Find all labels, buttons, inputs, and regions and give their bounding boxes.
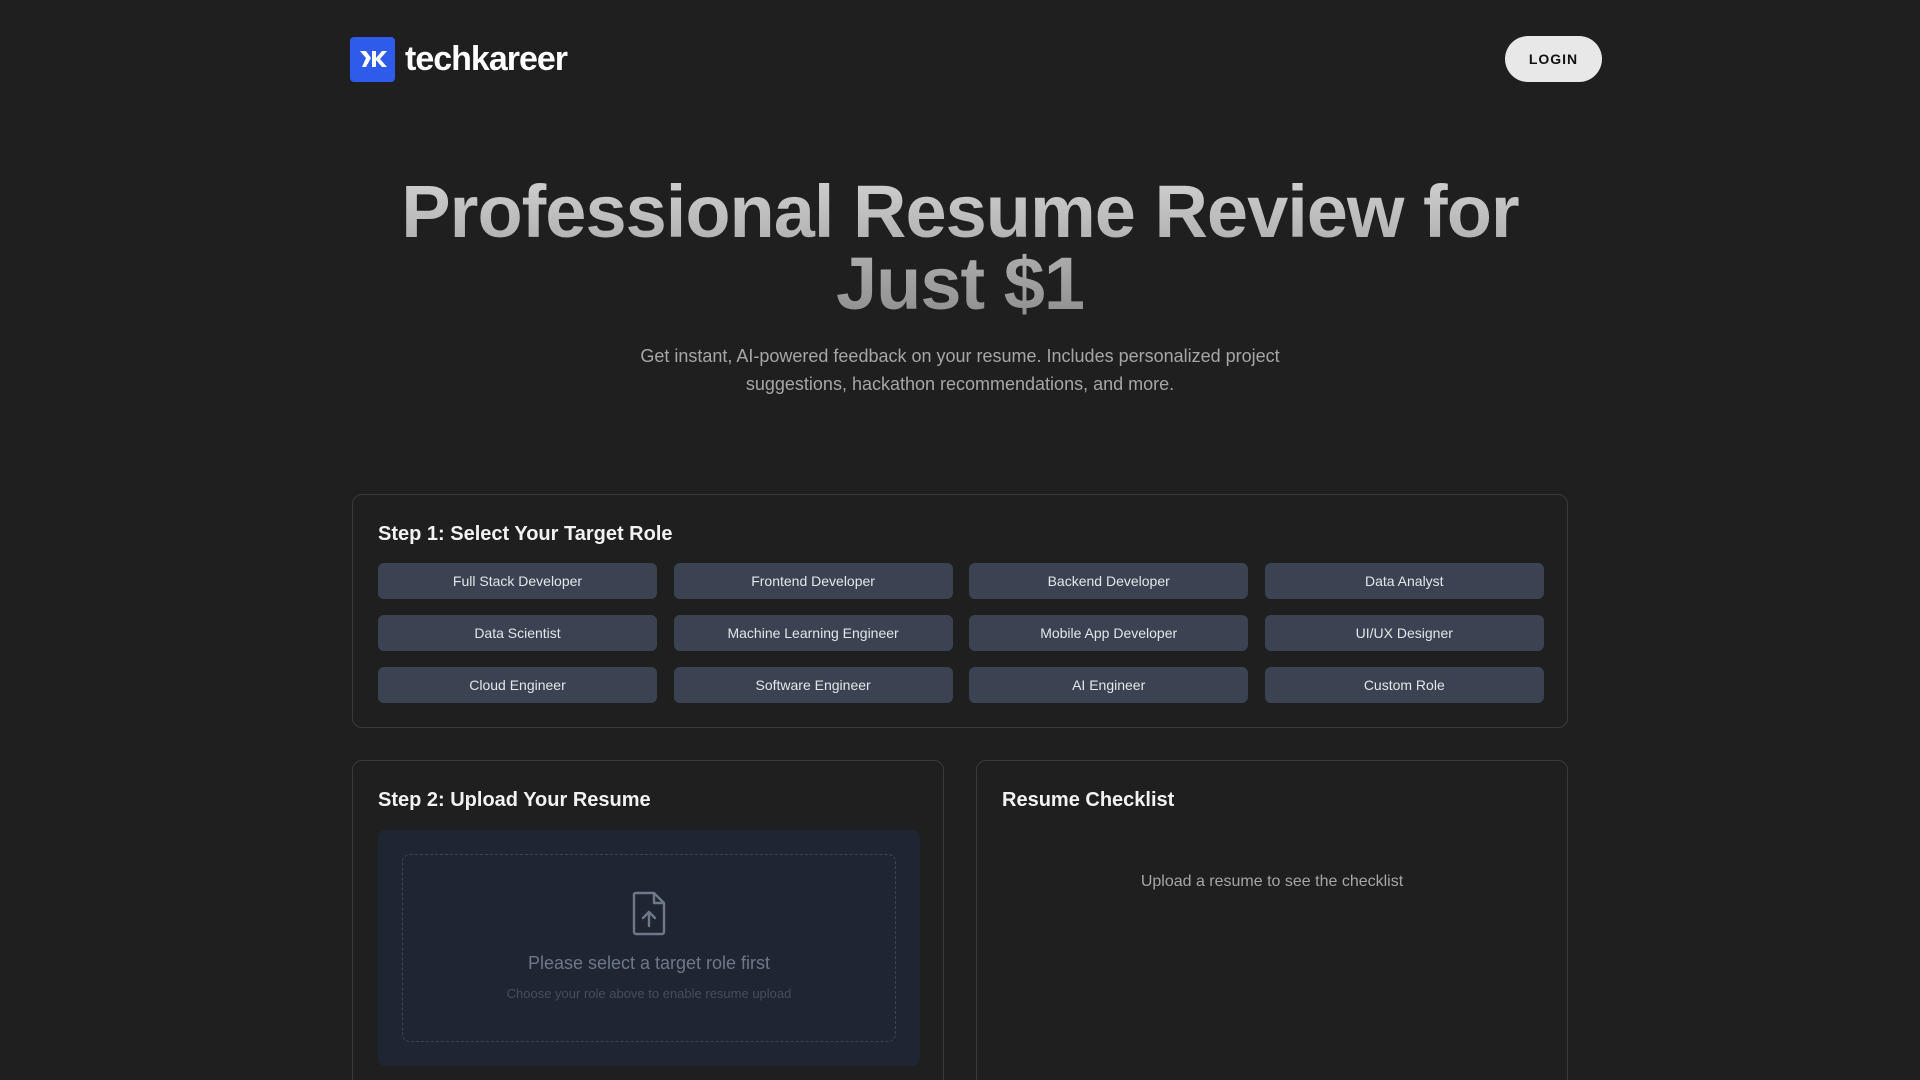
- file-upload-icon: [629, 890, 669, 941]
- role-button-cloud-engineer[interactable]: Cloud Engineer: [378, 667, 657, 703]
- role-button-frontend-developer[interactable]: Frontend Developer: [673, 563, 953, 599]
- resume-checklist-card: Resume Checklist Upload a resume to see …: [976, 760, 1568, 1080]
- role-button-backend-developer[interactable]: Backend Developer: [969, 563, 1249, 599]
- role-grid: Full Stack Developer Frontend Developer …: [378, 563, 1544, 703]
- top-nav: techkareer LOGIN: [350, 36, 1602, 82]
- role-button-mobile-app-developer[interactable]: Mobile App Developer: [969, 615, 1249, 651]
- role-button-data-analyst[interactable]: Data Analyst: [1264, 563, 1544, 599]
- upload-title: Please select a target role first: [527, 953, 771, 973]
- brand-name: techkareer: [405, 39, 568, 78]
- logo-icon: [350, 36, 395, 82]
- step2-title: Step 2: Upload Your Resume: [378, 789, 651, 811]
- page: techkareer LOGIN Professional Resume Rev…: [0, 0, 1920, 1080]
- checklist-empty-text: Upload a resume to see the checklist: [1140, 873, 1404, 890]
- hero-title: Professional Resume Review for Just $1: [360, 175, 1560, 321]
- resume-dropzone[interactable]: Please select a target role first Choose…: [402, 854, 896, 1042]
- hero-subtitle: Get instant, AI-powered feedback on your…: [640, 346, 1280, 394]
- login-button[interactable]: LOGIN: [1505, 36, 1602, 82]
- step1-title: Step 1: Select Your Target Role: [378, 523, 673, 545]
- role-button-machine-learning-engineer[interactable]: Machine Learning Engineer: [673, 615, 953, 651]
- upload-subtitle: Choose your role above to enable resume …: [506, 986, 792, 1001]
- brand-logo[interactable]: techkareer: [350, 36, 568, 82]
- upload-area: Please select a target role first Choose…: [378, 830, 920, 1066]
- role-button-data-scientist[interactable]: Data Scientist: [378, 615, 657, 651]
- step2-card: Step 2: Upload Your Resume Please select…: [352, 760, 944, 1080]
- checklist-title: Resume Checklist: [1002, 789, 1175, 811]
- role-button-full-stack-developer[interactable]: Full Stack Developer: [378, 563, 657, 599]
- role-button-ai-engineer[interactable]: AI Engineer: [969, 667, 1249, 703]
- role-button-software-engineer[interactable]: Software Engineer: [673, 667, 953, 703]
- role-button-custom-role[interactable]: Custom Role: [1264, 667, 1544, 703]
- role-button-ui-ux-designer[interactable]: UI/UX Designer: [1264, 615, 1544, 651]
- step1-card: Step 1: Select Your Target Role Full Sta…: [352, 494, 1568, 728]
